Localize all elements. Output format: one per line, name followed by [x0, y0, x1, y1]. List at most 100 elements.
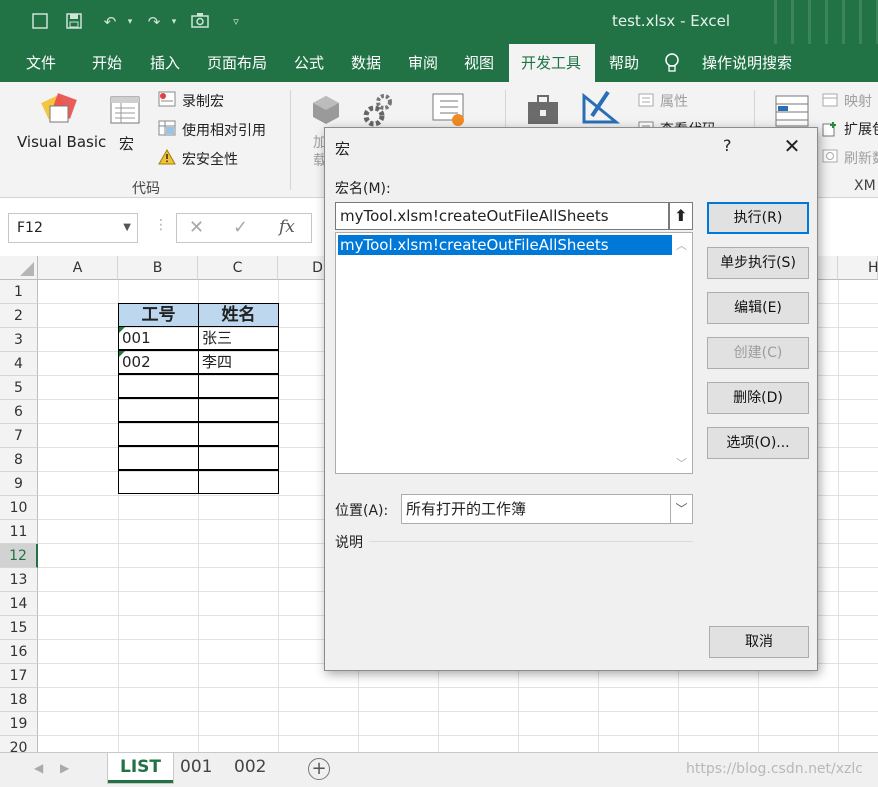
map-properties-button[interactable]: 映射: [844, 91, 872, 111]
insert-function-icon[interactable]: fx: [279, 217, 295, 237]
tab-insert[interactable]: 插入: [138, 44, 192, 82]
tab-page-layout[interactable]: 页面布局: [195, 44, 279, 82]
chevron-down-icon[interactable]: ﹀: [670, 495, 692, 523]
tab-file[interactable]: 文件: [14, 44, 68, 82]
table-cell[interactable]: [118, 446, 199, 470]
row-header-3[interactable]: 3: [0, 328, 38, 352]
insert-controls-icon[interactable]: [526, 94, 562, 130]
options-button[interactable]: 选项(O)...: [707, 427, 809, 459]
table-cell[interactable]: [198, 374, 279, 398]
com-addins-icon[interactable]: [430, 92, 470, 132]
scroll-down-icon[interactable]: ﹀: [676, 455, 687, 471]
list-item[interactable]: myTool.xlsm!createOutFileAllSheets: [338, 235, 672, 255]
table-cell[interactable]: [198, 422, 279, 446]
save-icon[interactable]: [64, 12, 84, 32]
table-cell[interactable]: [198, 398, 279, 422]
sheet-tab-002[interactable]: 002: [222, 753, 278, 783]
row-header-6[interactable]: 6: [0, 400, 38, 424]
table-cell[interactable]: [118, 470, 199, 494]
row-header-18[interactable]: 18: [0, 688, 38, 712]
table-cell[interactable]: [198, 446, 279, 470]
row-header-13[interactable]: 13: [0, 568, 38, 592]
select-all-corner[interactable]: [0, 256, 38, 280]
macros-icon[interactable]: [108, 92, 144, 132]
scroll-left-icon[interactable]: ◀: [34, 761, 43, 775]
add-sheet-icon[interactable]: +: [308, 758, 330, 780]
upload-arrow-icon[interactable]: ⬆: [669, 202, 693, 230]
tab-view[interactable]: 视图: [452, 44, 506, 82]
row-header-15[interactable]: 15: [0, 616, 38, 640]
visual-basic-icon[interactable]: [40, 92, 80, 132]
row-header-7[interactable]: 7: [0, 424, 38, 448]
table-cell[interactable]: 002: [118, 350, 199, 374]
table-header-id[interactable]: 工号: [118, 303, 199, 327]
tab-home[interactable]: 开始: [80, 44, 134, 82]
sheet-tab-001[interactable]: 001: [168, 753, 224, 783]
redo-icon[interactable]: ↷: [144, 12, 164, 32]
refresh-data-button[interactable]: 刷新数: [844, 148, 878, 168]
column-header-b[interactable]: B: [118, 256, 198, 280]
table-cell[interactable]: [118, 422, 199, 446]
cancel-button[interactable]: 取消: [709, 626, 809, 658]
scroll-right-icon[interactable]: ▶: [60, 761, 69, 775]
camera-icon[interactable]: [190, 12, 210, 32]
relative-refs-button[interactable]: 使用相对引用: [182, 120, 266, 140]
help-button[interactable]: ?: [723, 136, 732, 155]
table-cell[interactable]: 001: [118, 326, 199, 350]
row-header-20[interactable]: 20: [0, 736, 38, 752]
row-header-14[interactable]: 14: [0, 592, 38, 616]
macro-list[interactable]: myTool.xlsm!createOutFileAllSheets ︿ ﹀: [335, 232, 693, 474]
customize-qat-icon[interactable]: ▿: [226, 12, 246, 32]
visual-basic-button[interactable]: Visual Basic: [17, 133, 106, 151]
scroll-up-icon[interactable]: ︿: [676, 237, 687, 253]
table-cell[interactable]: [198, 470, 279, 494]
row-header-11[interactable]: 11: [0, 520, 38, 544]
design-mode-icon[interactable]: [580, 90, 621, 130]
gear-icon[interactable]: [362, 92, 396, 132]
table-cell[interactable]: [118, 374, 199, 398]
row-header-1[interactable]: 1: [0, 280, 38, 304]
row-header-16[interactable]: 16: [0, 640, 38, 664]
name-box[interactable]: F12 ▼: [8, 213, 138, 243]
tab-data[interactable]: 数据: [339, 44, 393, 82]
tab-formulas[interactable]: 公式: [282, 44, 336, 82]
record-macro-button[interactable]: 录制宏: [182, 91, 224, 111]
column-header-h[interactable]: H: [838, 256, 878, 280]
sheet-tab-list[interactable]: LIST: [108, 753, 173, 783]
close-icon[interactable]: ✕: [777, 132, 807, 160]
edit-button[interactable]: 编辑(E): [707, 292, 809, 324]
tell-me-icon[interactable]: [662, 44, 682, 82]
tab-tell-me[interactable]: 操作说明搜索: [690, 44, 804, 82]
table-cell[interactable]: [118, 398, 199, 422]
delete-button[interactable]: 删除(D): [707, 382, 809, 414]
resize-handle-icon[interactable]: ⋮: [154, 217, 168, 233]
chevron-down-icon[interactable]: ▼: [123, 214, 131, 242]
row-header-4[interactable]: 4: [0, 352, 38, 376]
addins-icon[interactable]: [310, 94, 342, 130]
enter-icon[interactable]: ✓: [233, 217, 248, 238]
create-button[interactable]: 创建(C): [707, 337, 809, 369]
expansion-packs-button[interactable]: 扩展包: [844, 119, 878, 139]
table-header-name[interactable]: 姓名: [198, 303, 279, 327]
row-header-10[interactable]: 10: [0, 496, 38, 520]
row-header-5[interactable]: 5: [0, 376, 38, 400]
cancel-icon[interactable]: ✕: [189, 217, 204, 238]
row-header-19[interactable]: 19: [0, 712, 38, 736]
step-into-button[interactable]: 单步执行(S): [707, 247, 809, 279]
run-button[interactable]: 执行(R): [707, 202, 809, 234]
row-header-2[interactable]: 2: [0, 304, 38, 328]
row-header-17[interactable]: 17: [0, 664, 38, 688]
macro-security-button[interactable]: 宏安全性: [182, 149, 238, 169]
undo-dropdown-icon[interactable]: ▾: [120, 12, 140, 32]
row-header-8[interactable]: 8: [0, 448, 38, 472]
macros-button[interactable]: 宏: [119, 133, 134, 154]
location-select[interactable]: 所有打开的工作簿 ﹀: [401, 494, 693, 524]
redo-dropdown-icon[interactable]: ▾: [164, 12, 184, 32]
undo-icon[interactable]: ↶: [100, 12, 120, 32]
tab-developer[interactable]: 开发工具: [509, 44, 595, 82]
macro-name-input[interactable]: myTool.xlsm!createOutFileAllSheets: [335, 202, 669, 230]
tab-review[interactable]: 审阅: [396, 44, 450, 82]
table-cell[interactable]: 李四: [198, 350, 279, 374]
row-header-9[interactable]: 9: [0, 472, 38, 496]
table-cell[interactable]: 张三: [198, 326, 279, 350]
